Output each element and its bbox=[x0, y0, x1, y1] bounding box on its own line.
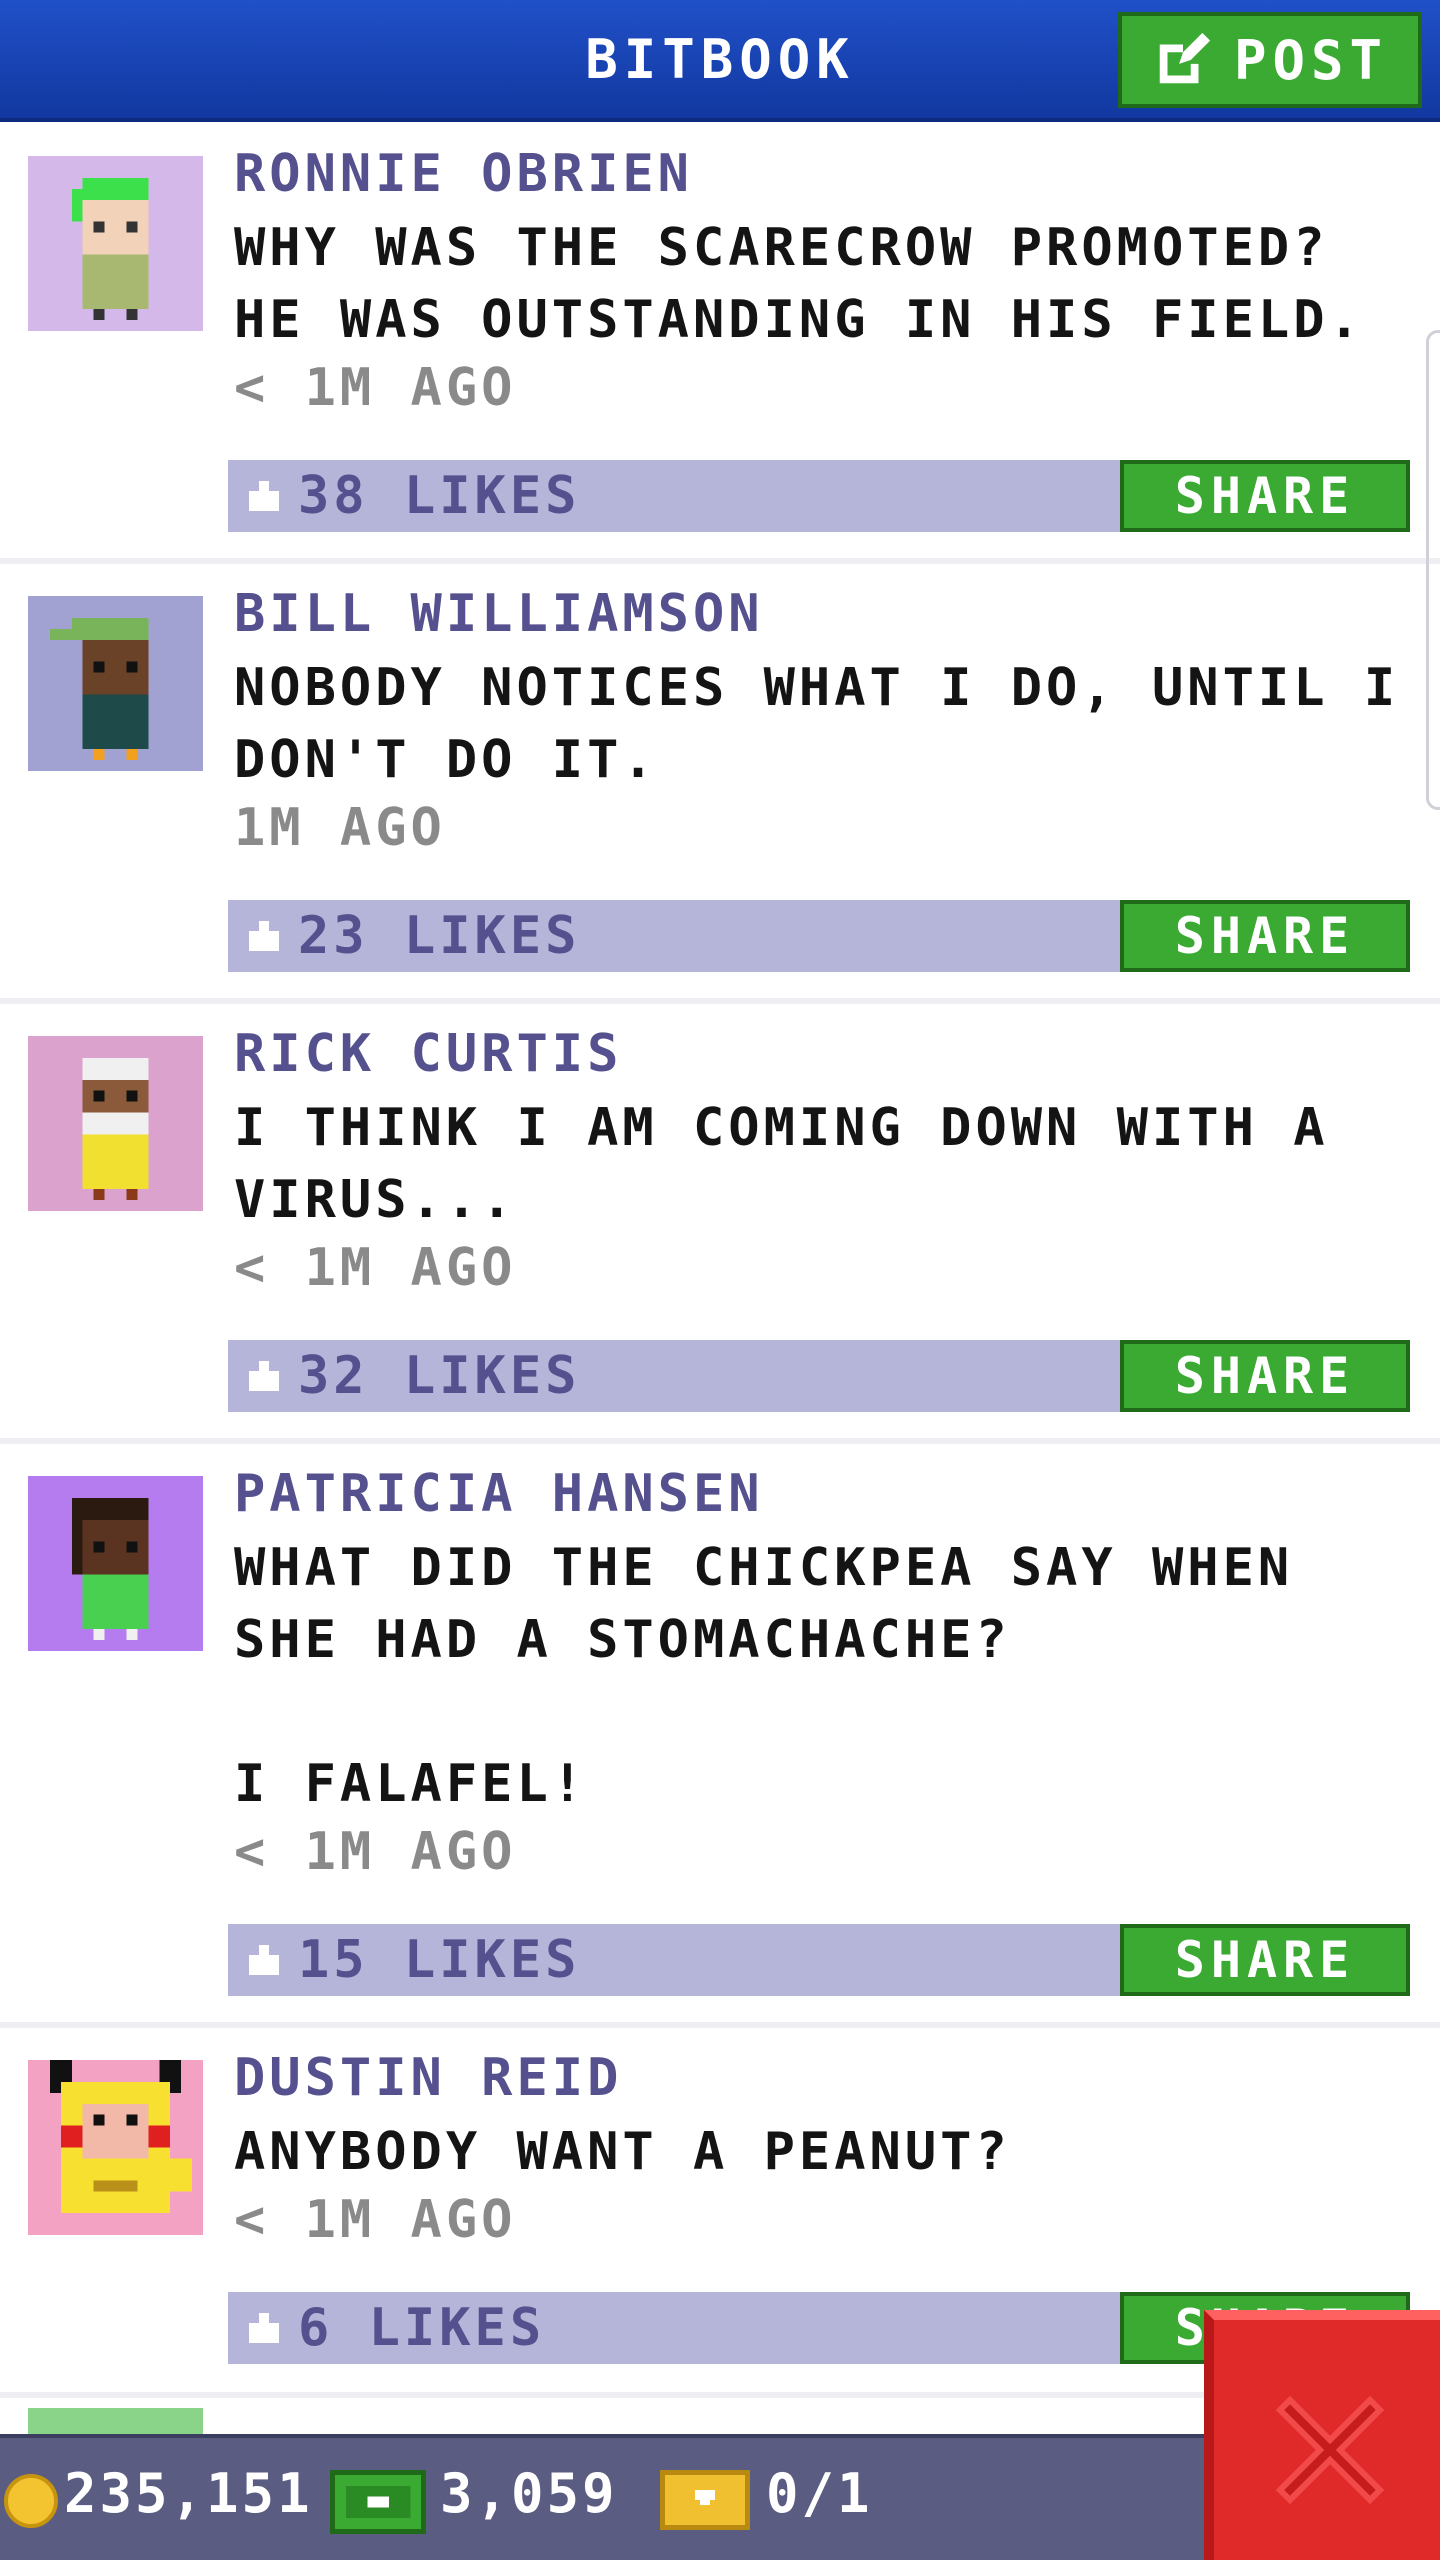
feed-list[interactable]: RONNIE OBRIEN WHY WAS THE SCARECROW PROM… bbox=[0, 124, 1440, 2434]
post-author[interactable]: BILL WILLIAMSON bbox=[234, 584, 764, 644]
post-time: < 1M AGO bbox=[234, 2190, 517, 2250]
post-time: < 1M AGO bbox=[234, 358, 517, 418]
compose-icon bbox=[1159, 32, 1211, 84]
like-count[interactable]: 38 LIKES bbox=[244, 466, 580, 526]
bux-icon bbox=[330, 2470, 426, 2534]
post-action-bar: 15 LIKES SHARE bbox=[228, 1924, 1410, 1996]
post-action-bar: 38 LIKES SHARE bbox=[228, 460, 1410, 532]
like-count-label: 23 LIKES bbox=[298, 906, 581, 966]
top-bar: BITBOOK POST bbox=[0, 0, 1440, 122]
post-text: ANYBODY WANT A PEANUT? bbox=[234, 2122, 1011, 2182]
post-time: 1M AGO bbox=[234, 798, 446, 858]
like-count-label: 38 LIKES bbox=[298, 466, 581, 526]
post-action-bar: 23 LIKES SHARE bbox=[228, 900, 1410, 972]
like-count-label: 15 LIKES bbox=[298, 1930, 581, 1990]
post-author[interactable]: RONNIE OBRIEN bbox=[234, 144, 693, 204]
close-icon bbox=[1275, 2395, 1385, 2505]
coin-icon bbox=[4, 2474, 58, 2528]
thumbs-up-icon bbox=[249, 1945, 279, 1975]
post-author[interactable]: RICK CURTIS bbox=[234, 1024, 622, 1084]
post-author[interactable]: PATRICIA HANSEN bbox=[234, 1464, 764, 1524]
post-text: I THINK I AM COMING DOWN WITH A VIRUS... bbox=[234, 1098, 1364, 1230]
avatar[interactable] bbox=[28, 1476, 203, 1651]
thumbs-up-icon bbox=[249, 481, 279, 511]
like-count[interactable]: 6 LIKES bbox=[244, 2298, 545, 2358]
thumbs-up-icon bbox=[249, 2313, 279, 2343]
share-button[interactable]: SHARE bbox=[1120, 460, 1410, 532]
post-button[interactable]: POST bbox=[1118, 12, 1422, 108]
post-action-bar: 32 LIKES SHARE bbox=[228, 1340, 1410, 1412]
bux-count: 3,059 bbox=[440, 2462, 618, 2525]
scroll-indicator[interactable] bbox=[1426, 330, 1440, 810]
like-count-label: 32 LIKES bbox=[298, 1346, 581, 1406]
feed-post: RONNIE OBRIEN WHY WAS THE SCARECROW PROM… bbox=[0, 124, 1440, 564]
post-author[interactable]: DUSTIN REID bbox=[234, 2048, 622, 2108]
share-button[interactable]: SHARE bbox=[1120, 1340, 1410, 1412]
like-count[interactable]: 32 LIKES bbox=[244, 1346, 580, 1406]
thumbs-up-icon bbox=[249, 921, 279, 951]
coin-count: 235,151 bbox=[64, 2462, 313, 2525]
like-count[interactable]: 15 LIKES bbox=[244, 1930, 580, 1990]
post-button-label: POST bbox=[1233, 28, 1389, 92]
post-text: WHY WAS THE SCARECROW PROMOTED? HE WAS O… bbox=[234, 218, 1364, 350]
avatar[interactable] bbox=[28, 2408, 203, 2434]
avatar[interactable] bbox=[28, 2060, 203, 2235]
feed-post: RICK CURTIS I THINK I AM COMING DOWN WIT… bbox=[0, 1004, 1440, 1444]
like-count[interactable]: 23 LIKES bbox=[244, 906, 580, 966]
ticket-icon bbox=[660, 2470, 750, 2530]
avatar[interactable] bbox=[28, 1036, 203, 1211]
share-button[interactable]: SHARE bbox=[1120, 900, 1410, 972]
share-button[interactable]: SHARE bbox=[1120, 1924, 1410, 1996]
post-time: < 1M AGO bbox=[234, 1238, 517, 1298]
feed-post: PATRICIA HANSEN WHAT DID THE CHICKPEA SA… bbox=[0, 1444, 1440, 2028]
post-text: NOBODY NOTICES WHAT I DO, UNTIL I DON'T … bbox=[234, 658, 1435, 790]
avatar[interactable] bbox=[28, 596, 203, 771]
like-count-label: 6 LIKES bbox=[298, 2298, 546, 2358]
close-button[interactable] bbox=[1204, 2310, 1440, 2560]
feed-post: BILL WILLIAMSON NOBODY NOTICES WHAT I DO… bbox=[0, 564, 1440, 1004]
ticket-count: 0/1 bbox=[766, 2462, 873, 2525]
post-text: WHAT DID THE CHICKPEA SAY WHEN SHE HAD A… bbox=[234, 1538, 1294, 1814]
avatar[interactable] bbox=[28, 156, 203, 331]
thumbs-up-icon bbox=[249, 1361, 279, 1391]
post-time: < 1M AGO bbox=[234, 1822, 517, 1882]
